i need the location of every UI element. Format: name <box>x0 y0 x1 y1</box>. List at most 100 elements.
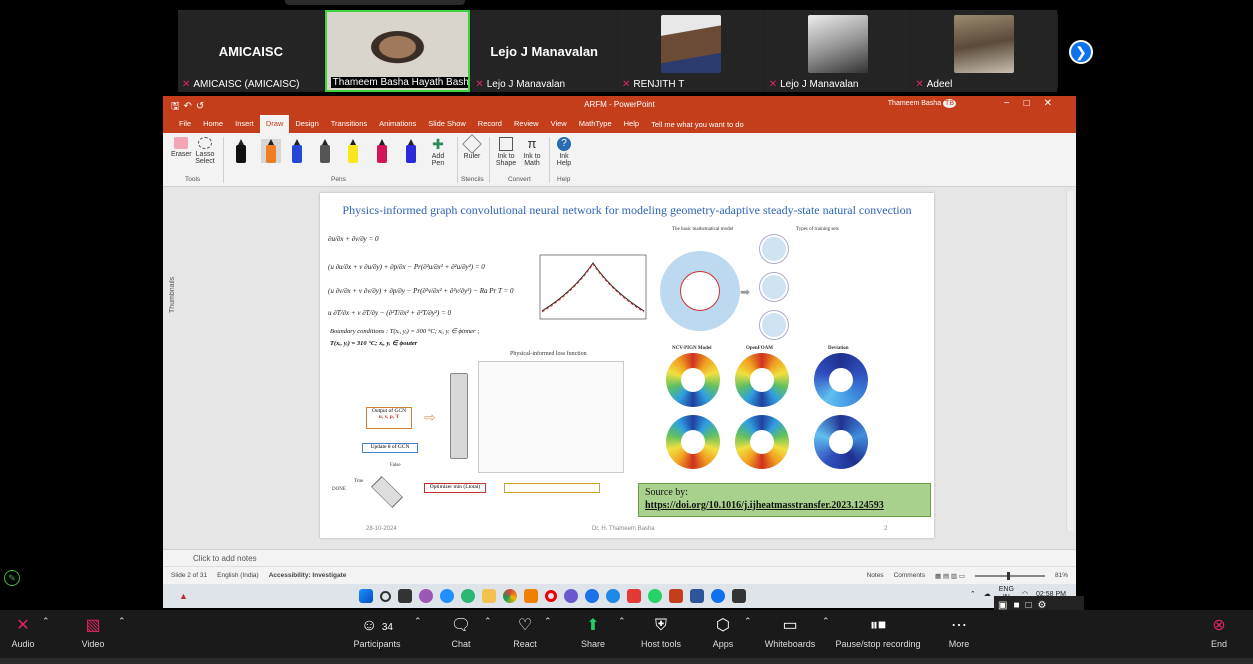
share-button[interactable]: ⬆ Share <box>578 616 608 649</box>
chat-button[interactable]: 🗨 Chat <box>446 616 476 649</box>
pause-recording-button[interactable]: ⏸⏹ Pause/stop recording <box>832 616 924 649</box>
edge-icon[interactable] <box>461 589 476 603</box>
search-icon[interactable] <box>380 590 392 602</box>
notes-pane[interactable]: Click to add notes <box>163 549 1076 566</box>
participant-tile[interactable]: ✕ RENJITH T <box>618 10 764 92</box>
gear-icon[interactable]: ⚙ <box>1038 600 1047 611</box>
file-explorer-icon[interactable] <box>482 589 497 603</box>
vertical-scrollbar[interactable] <box>1066 191 1074 531</box>
pen-orange-selected[interactable] <box>261 139 281 163</box>
zoom-slider[interactable] <box>974 571 1045 580</box>
whiteboards-options-caret[interactable]: ⌃ <box>822 616 830 627</box>
zoom-level[interactable]: 81% <box>1055 572 1068 579</box>
pen-galaxy[interactable] <box>405 139 417 163</box>
eraser-button[interactable]: Eraser <box>171 137 192 158</box>
notes-toggle[interactable]: Notes <box>867 572 884 579</box>
apps-button[interactable]: ⬡ Apps <box>708 616 738 649</box>
host-tools-button[interactable]: ⛨ Host tools <box>636 616 686 649</box>
tab-help[interactable]: Help <box>618 115 645 133</box>
vlc-icon[interactable] <box>524 589 539 603</box>
tab-animations[interactable]: Animations <box>373 115 422 133</box>
tab-transitions[interactable]: Transitions <box>325 115 373 133</box>
participant-tile[interactable]: ✕ Adeel <box>911 10 1058 92</box>
highlighter-yellow[interactable] <box>347 139 359 163</box>
audio-options-caret[interactable]: ⌃ <box>42 616 50 627</box>
tab-home[interactable]: Home <box>197 115 229 133</box>
source-link[interactable]: https://doi.org/10.1016/j.ijheatmasstran… <box>645 500 924 511</box>
participants-options-caret[interactable]: ⌃ <box>414 616 422 627</box>
participant-tile[interactable]: ✕ Lejo J Manavalan <box>764 10 911 92</box>
whatsapp-icon[interactable] <box>648 589 663 603</box>
powerpoint-icon[interactable] <box>669 589 684 603</box>
tab-mathtype[interactable]: MathType <box>573 115 618 133</box>
view-buttons[interactable]: ▦ ▤ ▥ ▭ <box>935 572 965 580</box>
share-options-caret[interactable]: ⌃ <box>618 616 626 627</box>
chrome-icon[interactable] <box>503 589 518 603</box>
ink-help-button[interactable]: ? Ink Help <box>553 137 575 167</box>
tab-file[interactable]: File <box>173 115 197 133</box>
video-button[interactable]: ▧ Video <box>78 616 108 649</box>
zoom-slider-thumb[interactable] <box>1006 571 1010 580</box>
word-icon[interactable] <box>690 589 705 603</box>
tab-insert[interactable]: Insert <box>229 115 260 133</box>
tab-view[interactable]: View <box>545 115 573 133</box>
tab-slide-show[interactable]: Slide Show <box>422 115 472 133</box>
start-icon[interactable] <box>359 589 374 603</box>
participants-button[interactable]: ☺ 34 Participants <box>350 616 404 649</box>
chat-options-caret[interactable]: ⌃ <box>484 616 492 627</box>
window-controls[interactable]: −□✕ <box>1004 98 1066 109</box>
tab-record[interactable]: Record <box>472 115 508 133</box>
accessibility-status[interactable]: Accessibility: Investigate <box>269 572 347 579</box>
add-pen-button[interactable]: ✚ Add Pen <box>425 137 451 167</box>
pen-black[interactable] <box>235 139 247 163</box>
chevron-up-icon[interactable]: ⌃ <box>970 590 976 598</box>
app-icon[interactable] <box>419 589 434 603</box>
apps-options-caret[interactable]: ⌃ <box>744 616 752 627</box>
pen-magenta[interactable] <box>376 139 388 163</box>
lasso-select-button[interactable]: Lasso Select <box>195 137 215 165</box>
lasso-icon <box>198 137 212 149</box>
end-button[interactable]: ⊗ End <box>1204 616 1234 649</box>
ruler-button[interactable]: Ruler <box>461 134 483 160</box>
pen-blue[interactable] <box>291 139 303 163</box>
user-name[interactable]: Thameem Basha TB <box>888 99 956 108</box>
app-icon[interactable] <box>585 589 600 603</box>
more-button[interactable]: ⋯ More <box>944 616 974 649</box>
participant-tile[interactable]: AMICAISC ✕ AMICAISC (AMICAISC) <box>178 10 324 92</box>
thumbnails-pane-toggle[interactable]: Thumbnails <box>169 193 183 313</box>
skype-icon[interactable] <box>440 589 455 603</box>
video-options-caret[interactable]: ⌃ <box>118 616 126 627</box>
video-icon[interactable]: ■ <box>1013 600 1019 611</box>
annotate-icon[interactable]: ✎ <box>4 570 20 586</box>
cloud-icon[interactable]: ☁ <box>984 590 991 598</box>
audio-button[interactable]: ✕ Audio <box>8 616 38 649</box>
participant-tile[interactable]: Lejo J Manavalan ✕ Lejo J Manavalan <box>471 10 618 92</box>
camera-icon[interactable]: ▣ <box>998 600 1007 611</box>
window-icon[interactable]: □ <box>1026 600 1032 611</box>
tab-review[interactable]: Review <box>508 115 545 133</box>
tab-design[interactable]: Design <box>289 115 324 133</box>
app-icon[interactable] <box>606 589 621 603</box>
share-icon: ⬆ <box>586 617 600 634</box>
zoom-icon[interactable] <box>711 589 726 603</box>
opera-icon[interactable] <box>545 590 558 602</box>
task-view-icon[interactable] <box>398 589 413 603</box>
terminal-icon[interactable] <box>732 589 747 603</box>
pen-gray[interactable] <box>319 139 331 163</box>
slide-canvas[interactable]: Physics-informed graph convolutional neu… <box>320 193 934 538</box>
next-page-button[interactable]: ❯ <box>1069 40 1093 64</box>
weather-icon[interactable]: ▲ <box>179 591 188 601</box>
tell-me-search[interactable]: Tell me what you want to do <box>651 120 744 129</box>
language[interactable]: English (India) <box>217 572 259 579</box>
top-handle[interactable] <box>285 0 465 5</box>
react-options-caret[interactable]: ⌃ <box>544 616 552 627</box>
ink-to-math-button[interactable]: π Ink to Math <box>521 137 543 168</box>
app-icon[interactable] <box>627 589 642 603</box>
comments-toggle[interactable]: Comments <box>894 572 925 579</box>
active-speaker-tile[interactable]: Thameem Basha Hayath Basha <box>324 10 471 92</box>
app-icon[interactable] <box>564 589 579 603</box>
ink-to-shape-button[interactable]: Ink to Shape <box>495 137 517 167</box>
react-button[interactable]: ♡ React <box>510 616 540 649</box>
tab-draw[interactable]: Draw <box>259 115 290 133</box>
whiteboards-button[interactable]: ▭ Whiteboards <box>762 616 818 649</box>
